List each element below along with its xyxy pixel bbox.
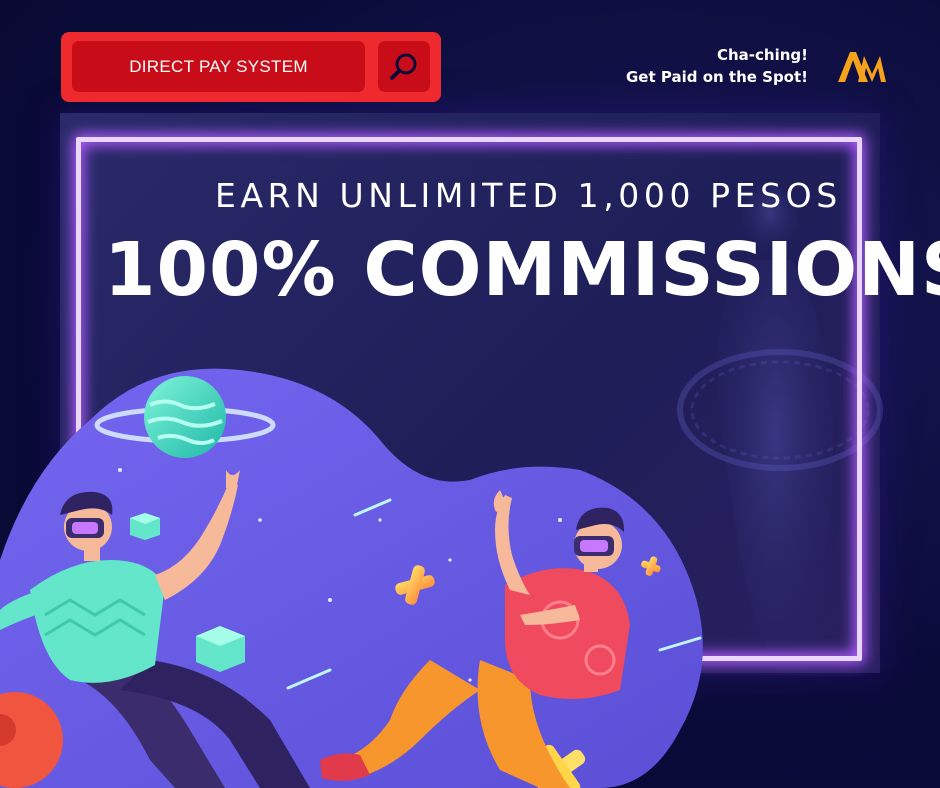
search-bar: DIRECT PAY SYSTEM bbox=[61, 32, 441, 102]
vr-illustration bbox=[0, 368, 703, 788]
tagline-line1: Cha-ching! bbox=[716, 46, 808, 64]
page: EARN UNLIMITED 1,000 PESOS 100% COMMISSI… bbox=[0, 0, 940, 788]
search-button[interactable] bbox=[378, 41, 430, 92]
cube-icon bbox=[130, 513, 160, 540]
tagline: Cha-ching! Get Paid on the Spot! bbox=[626, 44, 808, 88]
search-field[interactable]: DIRECT PAY SYSTEM bbox=[72, 41, 365, 92]
search-icon bbox=[390, 53, 417, 80]
tagline-line2: Get Paid on the Spot! bbox=[626, 68, 808, 86]
am-logo bbox=[838, 52, 886, 82]
